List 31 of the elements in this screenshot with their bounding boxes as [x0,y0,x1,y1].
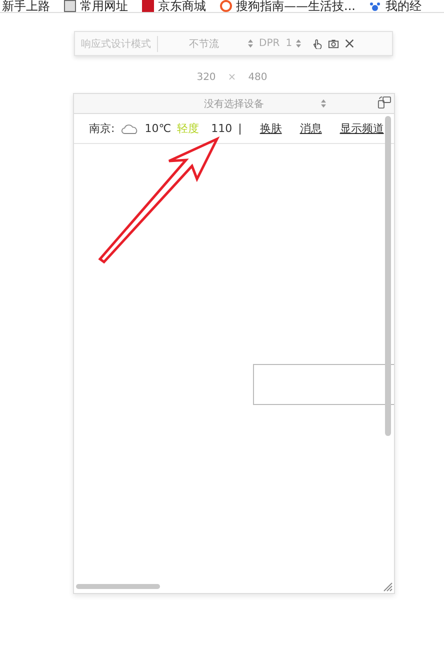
resize-grip-icon[interactable] [381,580,393,592]
mode-label: 响应式设计模式 [81,38,151,50]
bookmark[interactable]: 搜狗指南——生活技... [220,0,356,12]
spinner-icon [321,99,326,108]
temperature: 10℃ [144,122,172,135]
width-value: 320 [196,72,216,83]
bookmark[interactable]: 常用网址 [64,0,128,12]
nav-link[interactable]: 显示频道 [340,121,384,136]
bookmark[interactable]: 京东商城 [142,0,206,12]
times-sign: × [228,72,236,83]
square-logo-icon [142,0,154,12]
air-quality-label: 轻度 [177,121,200,136]
cloud-icon [120,122,139,134]
aqi-value: 110 [211,122,232,135]
horizontal-scrollbar[interactable] [76,584,160,589]
rotate-device-icon[interactable] [376,96,392,109]
nav-link[interactable]: 消息 [300,121,322,136]
camera-icon[interactable] [328,38,340,49]
separator: | [238,122,242,135]
close-icon[interactable] [344,38,356,49]
height-value: 480 [248,72,268,83]
vertical-scrollbar[interactable] [385,116,391,436]
dpr-label: DPR [259,38,280,49]
city-label: 南京: [89,121,115,136]
spinner-icon [296,39,302,48]
spinner-icon [248,39,253,48]
bookmark[interactable]: 我的经 [369,0,422,12]
bookmark[interactable]: 新手上路 [2,0,50,12]
nav-link[interactable]: 换肤 [260,121,282,136]
circle-logo-icon [220,0,232,12]
paw-icon [369,0,382,12]
